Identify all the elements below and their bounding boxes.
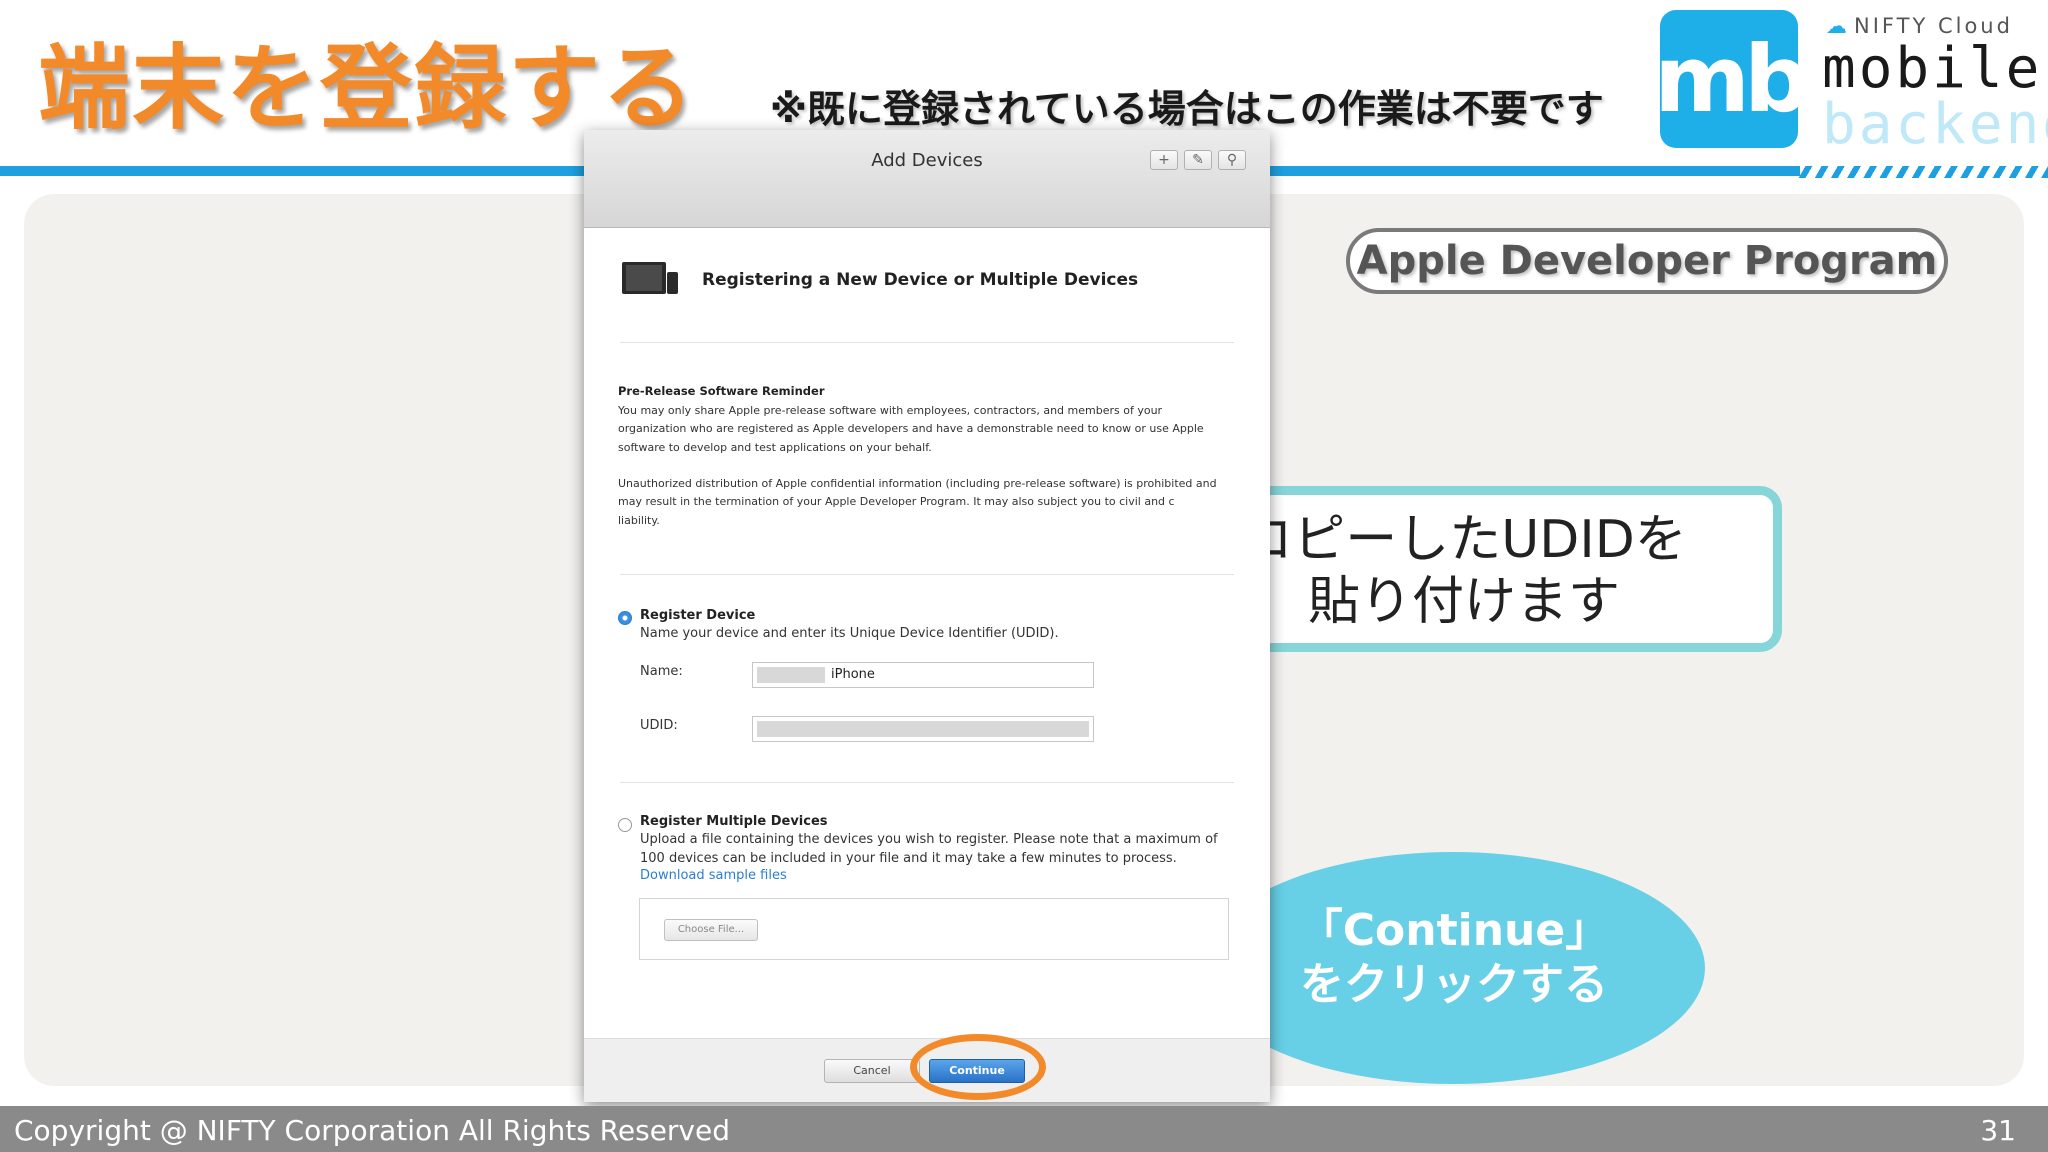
callout-continue-text: 「Continue」 をクリックする <box>1222 904 1686 1012</box>
udid-field[interactable] <box>752 716 1094 742</box>
register-multiple-radio[interactable] <box>618 818 632 832</box>
logo-brand-small: ☁ NIFTY Cloud <box>1826 14 2013 38</box>
window-titlebar: Add Devices + ✎ ⚲ <box>584 130 1270 228</box>
file-upload-area: Choose File... <box>639 898 1229 960</box>
add-devices-window: Add Devices + ✎ ⚲ Registering a New Devi… <box>584 130 1270 1102</box>
brand-logo: mb <box>1654 10 1810 148</box>
name-label: Name: <box>640 664 683 679</box>
udid-redacted <box>757 721 1089 737</box>
name-value: iPhone <box>831 667 875 682</box>
register-device-radio[interactable] <box>618 611 632 625</box>
program-badge: Apple Developer Program <box>1346 228 1948 294</box>
devices-icon <box>622 262 678 294</box>
divider-2 <box>620 574 1234 575</box>
register-multiple-desc: Upload a file containing the devices you… <box>640 832 1218 866</box>
logo-brand-small-text: NIFTY Cloud <box>1854 14 2013 38</box>
section-heading: Registering a New Device or Multiple Dev… <box>702 270 1139 290</box>
divider-1 <box>620 342 1234 343</box>
cancel-button[interactable]: Cancel <box>824 1059 920 1083</box>
slide-note: ※既に登録されている場合はこの作業は不要です <box>770 87 1604 131</box>
logo-word-backend: backend <box>1822 92 2048 157</box>
register-device-title: Register Device <box>640 608 756 623</box>
divider-3 <box>620 782 1234 783</box>
name-field[interactable]: iPhone <box>752 662 1094 688</box>
slide-title: 端末を登録する <box>38 35 697 142</box>
edit-icon[interactable]: ✎ <box>1184 150 1212 170</box>
register-multiple-title: Register Multiple Devices <box>640 814 828 829</box>
continue-highlight-ring <box>910 1034 1046 1100</box>
reminder-text: You may only share Apple pre-release sof… <box>618 404 1204 454</box>
name-redacted <box>757 667 825 683</box>
choose-file-button[interactable]: Choose File... <box>664 919 758 941</box>
callout-continue-line1: 「Continue」 <box>1298 905 1610 956</box>
search-icon[interactable]: ⚲ <box>1218 150 1246 170</box>
download-sample-link[interactable]: Download sample files <box>640 868 787 883</box>
reminder-text-2: Unauthorized distribution of Apple confi… <box>618 477 1217 527</box>
copyright: Copyright @ NIFTY Corporation All Rights… <box>14 1114 730 1147</box>
window-toolbar: + ✎ ⚲ <box>1150 150 1246 170</box>
callout-continue-line2: をクリックする <box>1300 959 1608 1010</box>
footer-bar: Copyright @ NIFTY Corporation All Rights… <box>0 1106 2048 1152</box>
plus-icon[interactable]: + <box>1150 150 1178 170</box>
reminder-title: Pre-Release Software Reminder <box>618 384 825 398</box>
logo-mark: mb <box>1654 25 1810 133</box>
udid-label: UDID: <box>640 718 678 733</box>
page-number: 31 <box>1980 1114 2016 1147</box>
register-device-desc: Name your device and enter its Unique De… <box>640 626 1059 641</box>
header-hatch <box>1790 166 2048 178</box>
cloud-icon: ☁ <box>1826 14 1850 38</box>
